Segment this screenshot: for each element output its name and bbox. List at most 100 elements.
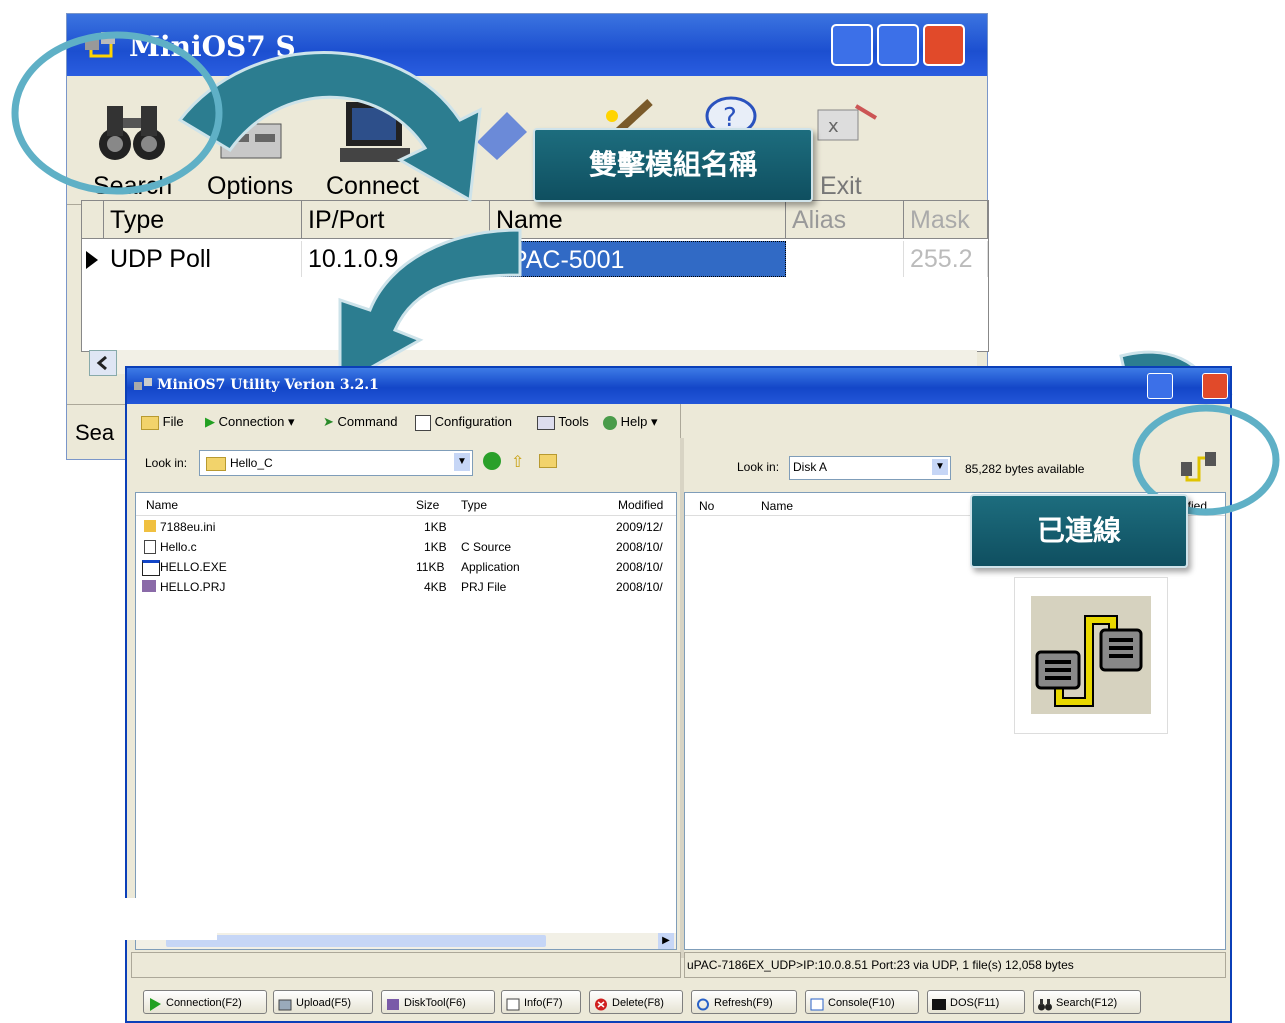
maximize-button[interactable]	[877, 24, 919, 66]
new-folder-icon[interactable]	[539, 454, 557, 468]
menu-tools[interactable]: Tools	[537, 408, 589, 436]
file-row[interactable]: HELLO.PRJ 4KB PRJ File 2008/10/	[136, 577, 676, 597]
connection-icon-tile	[1031, 596, 1151, 714]
file-type: PRJ File	[461, 580, 507, 594]
button-label: Refresh(F9)	[714, 997, 773, 1009]
button-label: Search(F12)	[1056, 997, 1118, 1009]
dos-f11-button[interactable]: DOS(F11)	[927, 990, 1025, 1014]
utility-title-bar[interactable]: MiniOS7 Utility Verion 3.2.1	[127, 368, 1230, 404]
button-label: Console(F10)	[828, 997, 895, 1009]
file-type: C Source	[461, 540, 512, 554]
file-row[interactable]: 7188eu.ini 1KB 2009/12/	[136, 517, 676, 537]
header-no[interactable]: No	[699, 499, 714, 513]
menu-file[interactable]: File	[141, 408, 184, 436]
console-f10-button[interactable]: Console(F10)	[805, 990, 919, 1014]
redacted-box	[70, 898, 217, 940]
file-row[interactable]: Hello.c 1KB C Source 2008/10/	[136, 537, 676, 557]
delete-icon	[594, 996, 608, 1011]
plug-connected-icon	[1035, 615, 1143, 707]
chevron-down-icon[interactable]: ▼	[932, 459, 948, 475]
menu-file-label: File	[162, 414, 184, 429]
right-look-in-value: Disk A	[793, 460, 828, 474]
search-f12-button[interactable]: Search(F12)	[1033, 990, 1141, 1014]
exe-file-icon	[142, 560, 160, 576]
curved-arrow-middle	[338, 228, 522, 388]
file-modified: 2008/10/	[616, 560, 663, 574]
delete-f8-button[interactable]: Delete(F8)	[589, 990, 683, 1014]
close-button[interactable]	[923, 24, 965, 66]
menu-command[interactable]: ➤ Command	[323, 408, 398, 436]
header-name[interactable]: Name	[146, 498, 178, 512]
config-icon	[415, 414, 431, 431]
module-grid: Type IP/Port Name Alias Mask UDP Poll 10…	[81, 200, 989, 352]
upload-f5-button[interactable]: Upload(F5)	[273, 990, 373, 1014]
highlight-ellipse-search	[11, 31, 223, 195]
header-name[interactable]: Name	[761, 499, 793, 513]
header-type[interactable]: Type	[461, 498, 487, 512]
button-label: DiskTool(F6)	[404, 997, 466, 1009]
file-row[interactable]: HELLO.EXE 11KB Application 2008/10/	[136, 557, 676, 577]
folder-icon	[206, 457, 226, 471]
app-icon	[133, 376, 153, 399]
left-status-bar	[131, 952, 681, 978]
header-modified[interactable]: Modified	[618, 498, 663, 512]
menu-configuration[interactable]: Configuration	[415, 408, 512, 436]
left-horizontal-scrollbar[interactable]: ▶	[136, 933, 676, 949]
file-size: 11KB	[416, 560, 445, 574]
header-mask[interactable]: Mask	[904, 201, 988, 239]
disktool-f6-button[interactable]: DiskTool(F6)	[381, 990, 495, 1014]
prj-file-icon	[142, 580, 156, 592]
c-file-icon	[144, 540, 156, 554]
menu-tools-label: Tools	[558, 414, 589, 429]
left-column-header: Name Size Type Modified	[136, 493, 676, 516]
left-look-in-select[interactable]: Hello_C ▼	[199, 450, 473, 476]
cell-alias[interactable]	[786, 241, 904, 277]
play-icon	[148, 996, 162, 1011]
refresh-f9-button[interactable]: Refresh(F9)	[691, 990, 797, 1014]
scroll-left-button[interactable]	[89, 350, 117, 376]
button-label: Delete(F8)	[612, 997, 664, 1009]
minimize-button[interactable]	[831, 24, 873, 66]
cell-mask[interactable]: 255.2	[904, 241, 988, 277]
right-status-bar: uPAC-7186EX_UDP>IP:10.0.8.51 Port:23 via…	[684, 952, 1226, 978]
file-name: 7188eu.ini	[160, 520, 216, 534]
exit-tool-button[interactable]: x Exit	[802, 76, 902, 204]
chevron-down-icon[interactable]: ▼	[454, 453, 470, 471]
right-look-in-label: Look in:	[737, 460, 780, 474]
scroll-right-button[interactable]: ▶	[658, 933, 674, 949]
upload-icon	[278, 996, 292, 1011]
up-folder-icon[interactable]: ⇧	[511, 452, 524, 472]
cell-type[interactable]: UDP Poll	[104, 241, 302, 277]
utility-title: MiniOS7 Utility Verion 3.2.1	[157, 377, 379, 393]
bytes-available: 85,282 bytes available	[965, 462, 1085, 476]
button-label: Info(F7)	[524, 997, 563, 1009]
info-icon	[506, 996, 520, 1011]
binoculars-icon	[1038, 996, 1052, 1011]
left-file-list: Name Size Type Modified 7188eu.ini 1KB 2…	[135, 492, 677, 950]
button-label: DOS(F11)	[950, 997, 1000, 1009]
callout-connected: 已連線	[970, 494, 1188, 568]
right-look-in-select[interactable]: Disk A ▼	[789, 456, 951, 480]
close-button[interactable]	[1202, 373, 1228, 399]
grid-corner	[82, 201, 104, 239]
minimize-button[interactable]	[1147, 373, 1173, 399]
exit-label: Exit	[820, 172, 862, 200]
callout-double-click: 雙擊模組名稱	[533, 128, 813, 202]
header-alias[interactable]: Alias	[786, 201, 904, 239]
left-look-in-label: Look in:	[145, 456, 188, 470]
refresh-icon	[696, 996, 710, 1011]
dos-icon	[932, 996, 946, 1010]
file-name: HELLO.PRJ	[160, 580, 226, 594]
header-name[interactable]: Name	[490, 201, 786, 239]
menu-connection[interactable]: ▶ Connection ▾	[205, 408, 295, 436]
connection-f2-button[interactable]: Connection(F2)	[143, 990, 267, 1014]
folder-icon	[141, 415, 159, 430]
button-label: Upload(F5)	[296, 997, 352, 1009]
info-f7-button[interactable]: Info(F7)	[501, 990, 581, 1014]
scroll-thumb[interactable]	[166, 935, 546, 947]
header-size[interactable]: Size	[416, 498, 439, 512]
menu-help[interactable]: Help ▾	[603, 408, 658, 436]
cell-name[interactable]: uPAC-5001	[490, 241, 786, 277]
menu-connection-label: Connection	[218, 414, 285, 429]
back-icon[interactable]	[483, 452, 501, 470]
